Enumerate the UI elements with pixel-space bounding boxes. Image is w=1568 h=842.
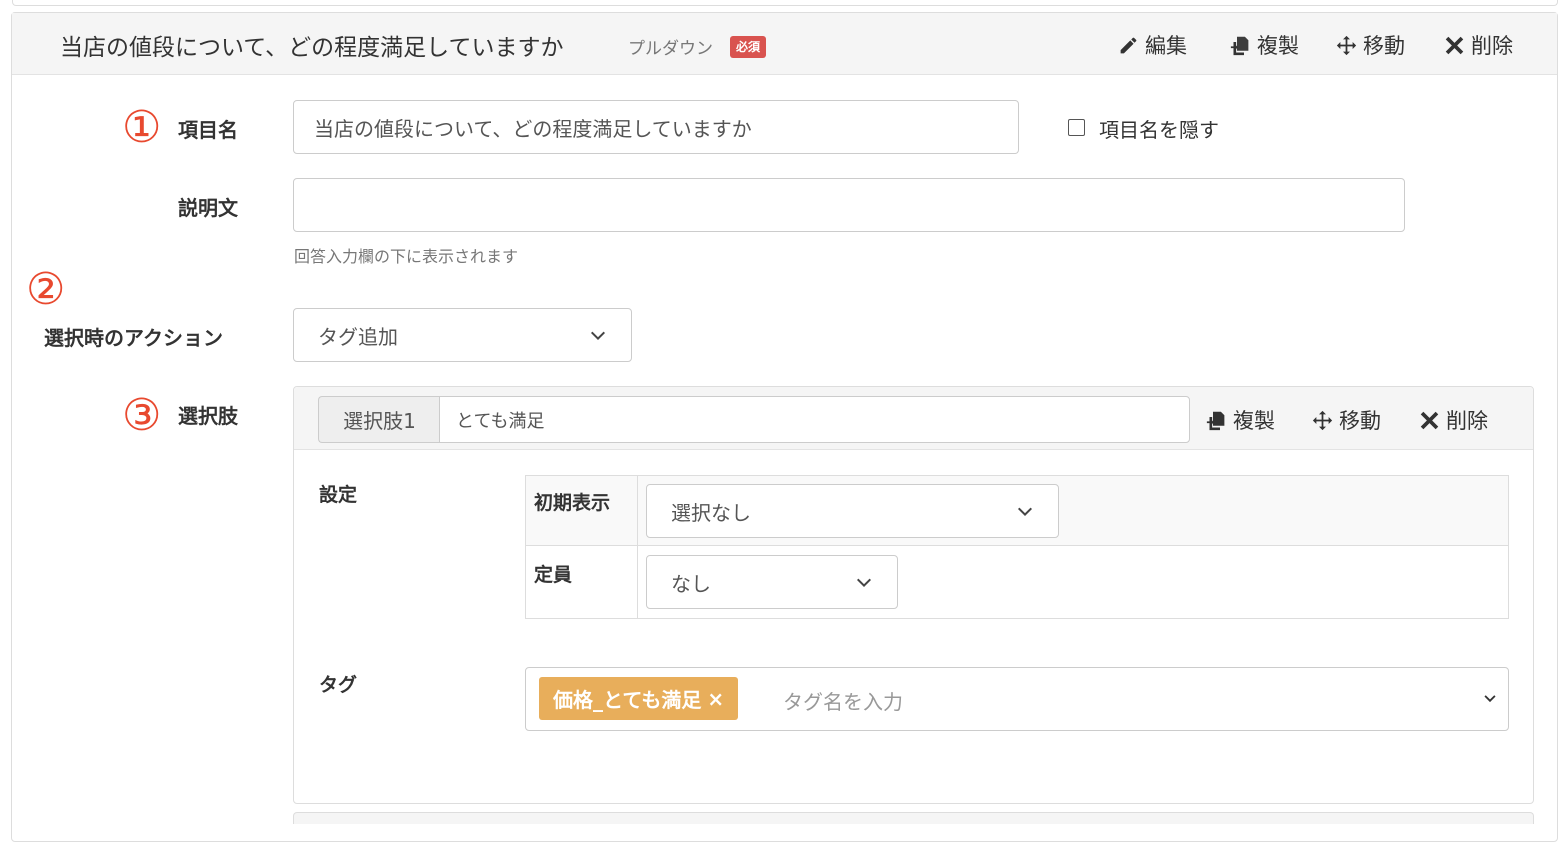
question-type-label: プルダウン <box>628 39 713 59</box>
initial-display-label: 初期表示 <box>534 492 611 514</box>
initial-display-select[interactable]: 選択なし <box>646 484 1059 538</box>
selection-action-value: タグ追加 <box>318 324 398 349</box>
delete-label: 削除 <box>1471 34 1513 58</box>
required-badge: 必須 <box>730 36 767 58</box>
description-input[interactable] <box>293 178 1405 232</box>
settings-label: 設定 <box>319 484 358 506</box>
choice-move-button[interactable]: 移動 <box>1312 405 1381 435</box>
edit-label: 編集 <box>1145 34 1187 58</box>
question-title: 当店の値段について、どの程度満足していますか <box>60 35 564 61</box>
tag-chip[interactable]: 価格_とても満足 × <box>539 677 739 720</box>
pencil-icon <box>1120 37 1137 53</box>
choice-text-input[interactable]: とても満足 <box>439 396 1190 443</box>
chevron-down-icon <box>590 331 606 341</box>
tag-input-placeholder[interactable]: タグ名を入力 <box>783 686 903 715</box>
selection-action-label: 選択時のアクション <box>44 326 223 350</box>
chevron-down-icon <box>856 578 872 588</box>
settings-table-divider <box>637 476 638 618</box>
choices-label: 選択肢 <box>178 404 238 428</box>
capacity-select[interactable]: なし <box>646 555 898 609</box>
duplicate-label: 複製 <box>1257 34 1299 58</box>
chevron-down-icon <box>1017 507 1033 517</box>
duplicate-button[interactable]: 複製 <box>1230 30 1299 60</box>
capacity-value: なし <box>671 571 711 596</box>
marker-1: ① <box>122 102 162 153</box>
close-icon <box>1420 411 1439 429</box>
description-label: 説明文 <box>178 196 238 220</box>
marker-2: ② <box>26 264 66 315</box>
tag-label: タグ <box>319 674 358 696</box>
delete-button[interactable]: 削除 <box>1444 30 1513 60</box>
choice-duplicate-label: 複製 <box>1233 409 1275 433</box>
move-label: 移動 <box>1363 34 1405 58</box>
copy-icon <box>1230 36 1249 55</box>
choice-duplicate-button[interactable]: 複製 <box>1206 405 1275 435</box>
close-icon <box>1445 36 1464 54</box>
description-help-text: 回答入力欄の下に表示されます <box>294 247 519 266</box>
tag-chevron-down-icon[interactable] <box>1483 691 1497 705</box>
previous-panel-edge <box>12 0 1558 6</box>
choice-move-label: 移動 <box>1339 409 1381 433</box>
move-button[interactable]: 移動 <box>1336 30 1405 60</box>
tag-chip-label: 価格_とても満足 <box>553 688 702 712</box>
item-name-label: 項目名 <box>178 118 238 142</box>
tag-remove-icon[interactable]: × <box>707 687 724 711</box>
selection-action-select[interactable]: タグ追加 <box>293 308 632 362</box>
initial-display-value: 選択なし <box>671 500 751 525</box>
move-icon <box>1336 35 1357 55</box>
choice-number-addon: 選択肢1 <box>318 396 440 443</box>
move-icon <box>1312 410 1333 430</box>
item-name-input[interactable]: 当店の値段について、どの程度満足していますか <box>293 100 1019 154</box>
choice-delete-button[interactable]: 削除 <box>1419 405 1488 435</box>
marker-3: ③ <box>122 390 162 441</box>
copy-icon <box>1206 411 1225 430</box>
choice-delete-label: 削除 <box>1446 409 1488 433</box>
capacity-label: 定員 <box>534 564 573 586</box>
next-choice-card-edge <box>293 812 1534 824</box>
hide-item-name-checkbox[interactable] <box>1068 119 1085 136</box>
hide-item-name-label[interactable]: 項目名を隠す <box>1099 114 1219 143</box>
edit-button[interactable]: 編集 <box>1118 30 1187 60</box>
